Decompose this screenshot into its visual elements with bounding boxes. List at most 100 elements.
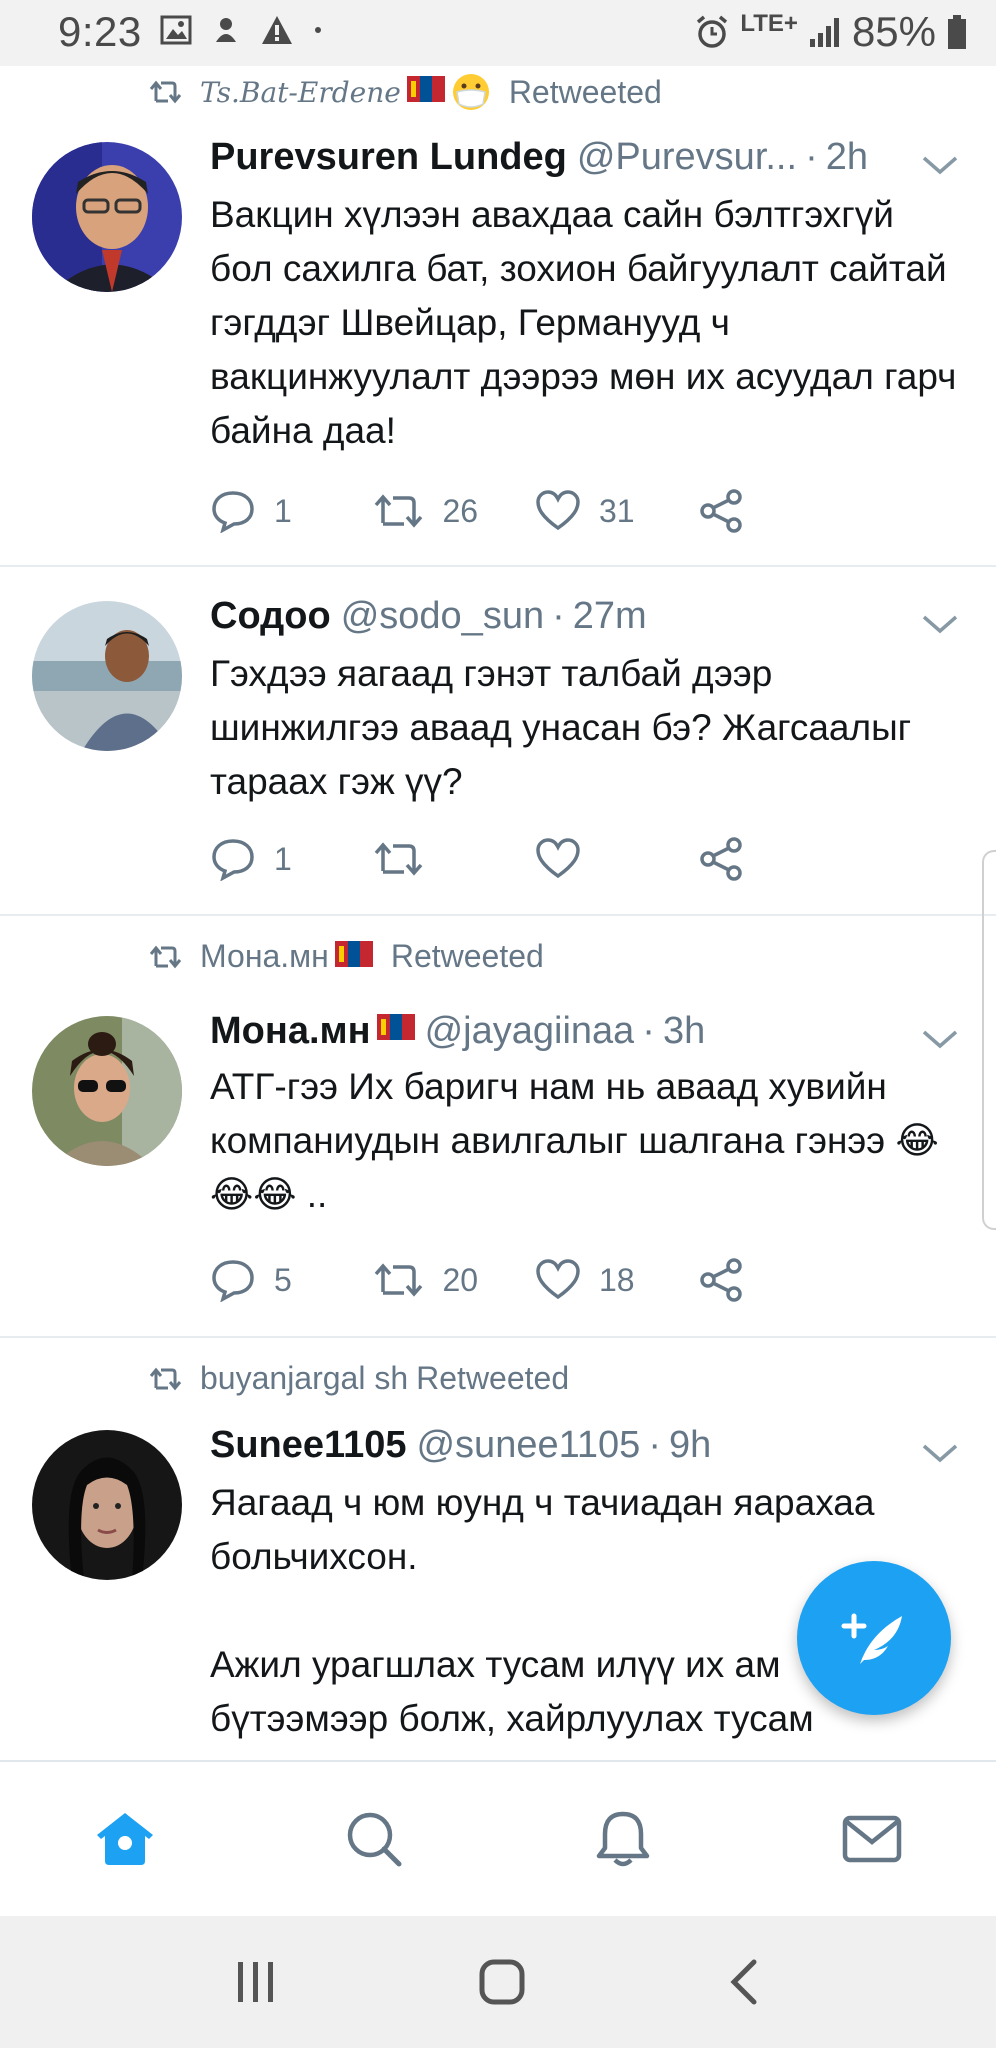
heart-icon <box>536 490 580 531</box>
retweeter-name[interactable]: buyanjargal sh <box>200 1360 408 1397</box>
retweeter-name[interactable]: Мона.мн <box>200 938 329 975</box>
author-name[interactable]: Sunee1105 <box>210 1424 406 1467</box>
heart-icon <box>536 1259 580 1300</box>
reply-button[interactable]: 1 <box>210 837 373 881</box>
tab-home[interactable] <box>0 1762 249 1916</box>
messages-icon <box>842 1815 901 1863</box>
retweet-context: Мона.мн Retweeted <box>148 938 544 975</box>
status-bar: 9:23 LTE+ 85% <box>0 0 996 66</box>
home-button-icon[interactable] <box>478 1958 526 2006</box>
separator-dot: · <box>552 595 565 637</box>
tweet-header: Содоо @sodo_sun · 27m <box>210 595 956 638</box>
retweet-icon <box>374 494 422 528</box>
tab-search[interactable] <box>249 1762 498 1916</box>
retweet-button[interactable]: 20 <box>373 1260 536 1300</box>
tweet-text: АТГ-гээ Их баригч нам нь аваад хувийн ко… <box>210 1066 939 1215</box>
tweet-actions: 1 26 31 <box>210 481 860 541</box>
timeline-feed[interactable]: Ts.Bat-Erdene Retweeted Purevsuren Lunde… <box>0 66 996 1760</box>
author-handle[interactable]: @jayagiinaa <box>425 1010 635 1053</box>
tweet[interactable]: Ts.Bat-Erdene Retweeted Purevsuren Lunde… <box>0 66 996 567</box>
share-icon <box>699 1258 742 1302</box>
tweet[interactable]: Мона.мн Retweeted Мона.мн @jayagiinaa · … <box>0 916 996 1338</box>
recent-apps-icon[interactable] <box>234 1960 278 2004</box>
mask-emoji-icon <box>452 74 489 110</box>
avatar[interactable] <box>32 1016 182 1166</box>
tweet-time[interactable]: 2h <box>826 136 868 179</box>
author-handle[interactable]: @sunee1105 <box>416 1424 640 1467</box>
author-handle[interactable]: @sodo_sun <box>341 595 544 638</box>
like-button[interactable]: 18 <box>535 1259 698 1301</box>
mongolia-flag-icon <box>376 1014 415 1040</box>
author-name[interactable]: Содоо <box>210 595 331 638</box>
home-icon <box>96 1813 153 1865</box>
scrollbar[interactable] <box>982 850 996 1230</box>
retweet-small-icon <box>149 945 182 968</box>
tab-notifications[interactable] <box>498 1762 747 1916</box>
tweet-time[interactable]: 9h <box>669 1424 711 1467</box>
alarm-icon <box>697 15 728 48</box>
notification-icon <box>216 18 236 42</box>
author-handle[interactable]: @Purevsur... <box>577 136 797 179</box>
retweet-button[interactable]: 26 <box>373 491 536 531</box>
author-name[interactable]: Мона.мн <box>210 1010 371 1053</box>
retweet-context: Ts.Bat-Erdene Retweeted <box>148 72 662 112</box>
battery-percent: 85% <box>851 8 936 55</box>
author-name[interactable]: Purevsuren Lundeg <box>210 136 567 179</box>
bottom-tab-bar <box>0 1760 996 1916</box>
share-button[interactable] <box>698 1257 861 1303</box>
share-icon <box>699 489 742 533</box>
tweet-header: Sunee1105 @sunee1105 · 9h <box>210 1424 956 1467</box>
like-count: 31 <box>599 492 635 529</box>
like-button[interactable] <box>535 838 698 880</box>
reply-icon <box>212 1260 254 1302</box>
share-button[interactable] <box>698 488 861 534</box>
like-button[interactable]: 31 <box>535 490 698 532</box>
tab-messages[interactable] <box>747 1762 996 1916</box>
tweet-header: Мона.мн @jayagiinaa · 3h <box>210 1010 956 1053</box>
share-button[interactable] <box>698 836 861 882</box>
reply-icon <box>212 839 254 881</box>
retweeted-label: Retweeted <box>416 1360 570 1396</box>
retweet-button[interactable] <box>373 839 536 879</box>
heart-icon <box>536 838 580 879</box>
retweet-context: buyanjargal sh Retweeted <box>148 1360 569 1397</box>
reply-button[interactable]: 5 <box>210 1258 373 1302</box>
image-icon <box>160 15 192 45</box>
retweet-count: 20 <box>442 1261 479 1298</box>
tweet-text: Гэхдээ яагаад гэнэт талбай дээр шинжилгэ… <box>210 653 922 802</box>
retweet-icon <box>374 1263 422 1297</box>
tweet-time[interactable]: 27m <box>573 595 647 638</box>
retweeted-label: Retweeted <box>508 73 662 110</box>
separator-dot: · <box>648 1424 661 1466</box>
avatar[interactable] <box>32 601 182 751</box>
tweet-time[interactable]: 3h <box>663 1010 705 1053</box>
avatar[interactable] <box>32 142 182 292</box>
chevron-down-icon[interactable] <box>920 150 960 180</box>
network-type: LTE+ <box>740 10 798 37</box>
avatar[interactable] <box>32 1430 182 1580</box>
tweet-text: Вакцин хүлээн авахдаа сайн бэлтгэхгүй бо… <box>210 194 967 451</box>
tweet-actions: 1 <box>210 829 860 889</box>
separator-dot: · <box>805 136 818 178</box>
tweet-actions: 5 20 18 <box>210 1250 860 1310</box>
retweet-count: 26 <box>442 492 479 529</box>
back-icon[interactable] <box>726 1958 762 2006</box>
retweeted-label: Retweeted <box>390 938 544 974</box>
status-time: 9:23 <box>58 8 142 55</box>
reply-count: 1 <box>274 840 292 877</box>
compose-tweet-button[interactable] <box>797 1561 951 1715</box>
retweet-small-icon <box>149 80 182 104</box>
reply-button[interactable]: 1 <box>210 489 373 533</box>
signal-icon <box>809 18 839 47</box>
tweet[interactable]: Содоо @sodo_sun · 27m Гэхдээ яагаад гэнэ… <box>0 567 996 916</box>
reply-icon <box>212 491 254 533</box>
chevron-down-icon[interactable] <box>920 1024 960 1054</box>
separator-dot: · <box>642 1010 655 1052</box>
search-icon <box>347 1812 401 1867</box>
chevron-down-icon[interactable] <box>920 1438 960 1468</box>
reply-count: 1 <box>274 492 292 529</box>
mongolia-flag-icon <box>334 940 373 967</box>
retweeter-name[interactable]: Ts.Bat-Erdene <box>200 76 401 109</box>
chevron-down-icon[interactable] <box>920 609 960 639</box>
dot-icon <box>315 27 321 33</box>
